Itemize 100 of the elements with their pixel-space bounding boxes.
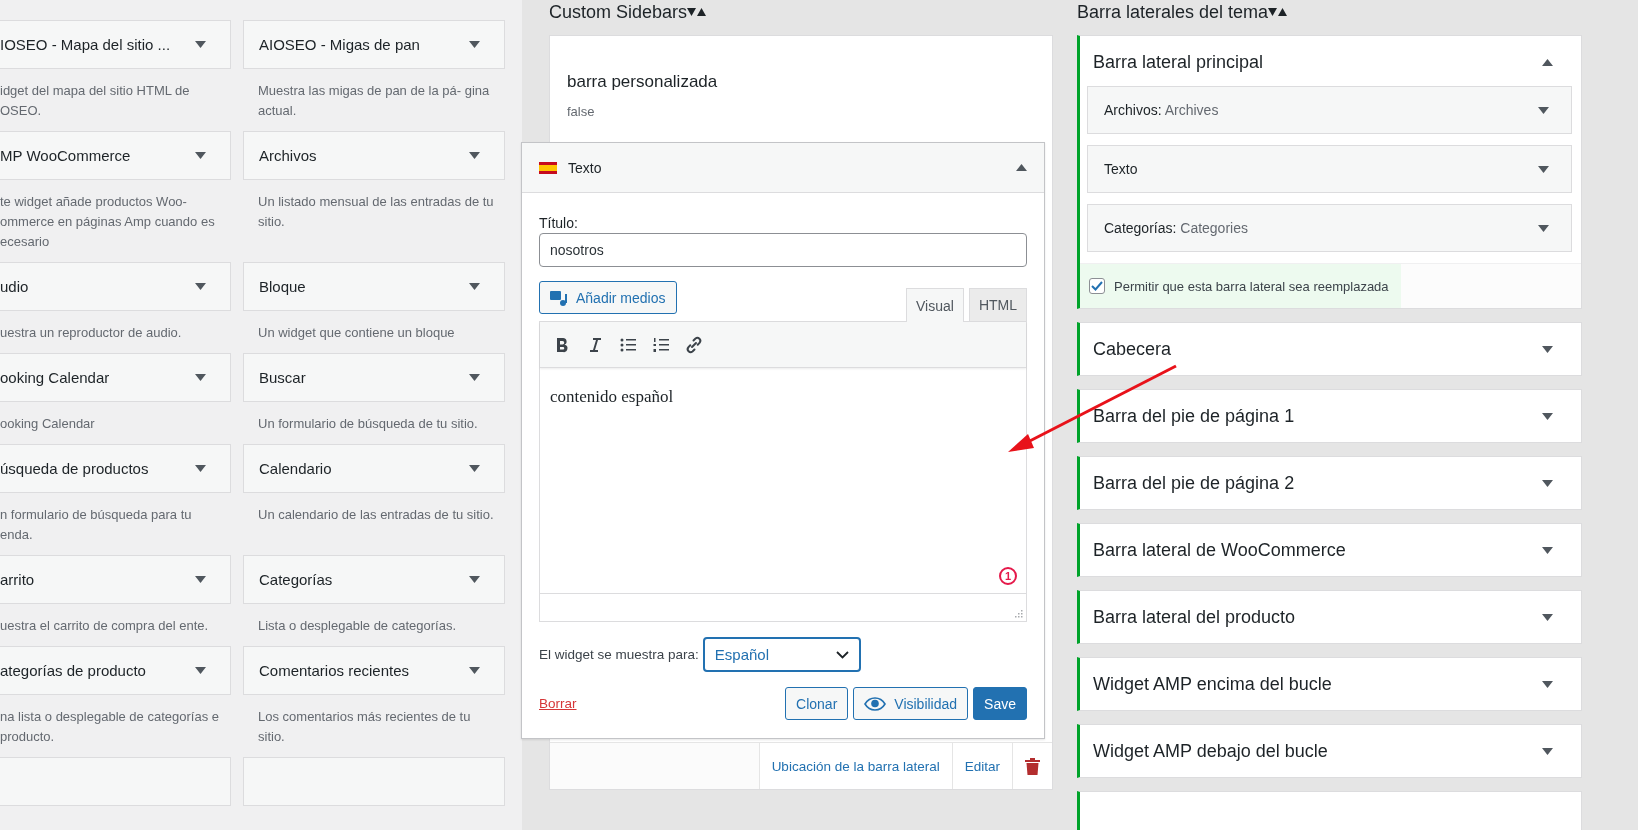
caret-up-icon[interactable] bbox=[1016, 164, 1027, 171]
add-media-button[interactable]: Añadir medios bbox=[539, 281, 677, 314]
widget-tile[interactable]: Categorías bbox=[243, 555, 505, 604]
sort-arrows-icon[interactable] bbox=[1268, 7, 1289, 17]
caret-down-icon[interactable] bbox=[1542, 345, 1553, 353]
widget-tile[interactable]: AIOSEO - Migas de pan bbox=[243, 20, 505, 69]
caret-down-icon[interactable] bbox=[195, 465, 206, 472]
caret-down-icon[interactable] bbox=[1542, 613, 1553, 621]
editor-text[interactable]: contenido español bbox=[550, 387, 1016, 407]
sidebar-title: Barra del pie de página 1 bbox=[1093, 405, 1295, 427]
caret-down-icon[interactable] bbox=[469, 667, 480, 674]
widget-title: Comentarios recientes bbox=[259, 662, 410, 679]
editor-tab[interactable]: HTML bbox=[968, 288, 1027, 321]
caret-down-icon[interactable] bbox=[195, 152, 206, 159]
sidebar-title: Barra del pie de página 2 bbox=[1093, 472, 1295, 494]
caret-down-icon[interactable] bbox=[469, 576, 480, 583]
widget-description: ooking Calendar bbox=[0, 415, 96, 433]
widget-description: Lista o desplegable de categorías. bbox=[257, 617, 458, 635]
widget-title: MP WooCommerce bbox=[0, 147, 131, 164]
caret-down-icon[interactable] bbox=[469, 41, 480, 48]
sidebar-title: barra personalizada bbox=[566, 71, 719, 92]
widget-description: uestra el carrito de compra del ente. bbox=[0, 617, 210, 635]
widget-tile[interactable]: Archivos bbox=[243, 131, 505, 180]
sidebar-description: false bbox=[566, 103, 596, 121]
footer-link[interactable]: Ubicación de la barra lateral bbox=[759, 743, 953, 789]
caret-up-icon[interactable] bbox=[1542, 58, 1553, 66]
widget-tile[interactable]: MP WooCommerce bbox=[0, 131, 231, 180]
sidebar-title: Barra lateral de WooCommerce bbox=[1093, 539, 1346, 561]
sidebar-title: Widget AMP debajo del bucle bbox=[1093, 740, 1328, 762]
caret-down-icon[interactable] bbox=[469, 465, 480, 472]
widget-tile[interactable]: udio bbox=[0, 262, 231, 311]
widget-title: Archivos bbox=[259, 147, 317, 164]
caret-down-icon[interactable] bbox=[1538, 224, 1549, 232]
caret-down-icon[interactable] bbox=[469, 283, 480, 290]
widget-title: AIOSEO - Migas de pan bbox=[259, 36, 420, 53]
caret-down-icon[interactable] bbox=[469, 152, 480, 159]
widget-description: Un formulario de búsqueda de tu sitio. bbox=[257, 415, 479, 433]
widget-title: Buscar bbox=[259, 369, 306, 386]
widget-tile[interactable]: Buscar bbox=[243, 353, 505, 402]
checkbox[interactable] bbox=[1089, 278, 1105, 294]
clone-button[interactable]: Clonar bbox=[785, 687, 849, 720]
widget-description: na lista o desplegable de categorías e producto. bbox=[0, 708, 220, 746]
sort-arrows-icon[interactable] bbox=[687, 7, 708, 17]
widget-label: Texto bbox=[1104, 161, 1138, 177]
widget-title: Calendario bbox=[259, 460, 332, 477]
caret-down-icon[interactable] bbox=[195, 283, 206, 290]
widget-description: te widget añade productos Woo- ommerce en páginas Amp cuando es ecesario bbox=[0, 193, 216, 251]
flag-icon bbox=[539, 161, 557, 174]
caret-down-icon[interactable] bbox=[195, 667, 206, 674]
widget-tile[interactable]: Categorías: Categories bbox=[1087, 204, 1572, 252]
widget-description: Muestra las migas de pan de la pá- gina actual. bbox=[257, 82, 491, 120]
widget-title: IOSEO - Mapa del sitio ... bbox=[0, 36, 171, 53]
widget-tile[interactable]: úsqueda de productos bbox=[0, 444, 231, 493]
widget-tile[interactable] bbox=[0, 757, 231, 806]
caret-down-icon[interactable] bbox=[1538, 165, 1549, 173]
widget-tile[interactable]: ategorías de producto bbox=[0, 646, 231, 695]
language-select[interactable]: Español bbox=[702, 637, 861, 672]
widget-tile[interactable]: IOSEO - Mapa del sitio ... bbox=[0, 20, 231, 69]
caret-down-icon[interactable] bbox=[195, 41, 206, 48]
widget-tile[interactable]: Archivos: Archives bbox=[1087, 86, 1572, 134]
widget-title: ategorías de producto bbox=[0, 662, 146, 679]
caret-down-icon[interactable] bbox=[1542, 546, 1553, 554]
widget-description: idget del mapa del sitio HTML de OSEO. bbox=[0, 82, 191, 120]
caret-down-icon[interactable] bbox=[1542, 479, 1553, 487]
caret-down-icon[interactable] bbox=[1542, 680, 1553, 688]
notification-badge[interactable]: 1 bbox=[999, 567, 1017, 585]
sidebar-title: Widget AMP encima del bucle bbox=[1093, 673, 1332, 695]
widget-label: Categorías: Categories bbox=[1104, 220, 1248, 236]
caret-down-icon[interactable] bbox=[469, 374, 480, 381]
delete-link[interactable]: Borrar bbox=[539, 696, 577, 711]
widget-tile[interactable]: ooking Calendar bbox=[0, 353, 231, 402]
title-field[interactable]: nosotros bbox=[539, 233, 1027, 267]
caret-down-icon[interactable] bbox=[195, 576, 206, 583]
sidebar-title: Cabecera bbox=[1093, 338, 1172, 360]
widget-tile[interactable]: Bloque bbox=[243, 262, 505, 311]
widget-tile[interactable]: Calendario bbox=[243, 444, 505, 493]
widget-tile[interactable]: Texto bbox=[1087, 145, 1572, 193]
widget-tile[interactable]: arrito bbox=[0, 555, 231, 604]
widget-tile[interactable] bbox=[243, 757, 505, 806]
widget-description: Los comentarios más recientes de tu sitio. bbox=[257, 708, 472, 746]
field-label: Título: bbox=[539, 214, 579, 233]
eye-icon bbox=[864, 696, 887, 711]
caret-down-icon[interactable] bbox=[195, 374, 206, 381]
save-button[interactable]: Save bbox=[973, 687, 1027, 720]
widget-header[interactable]: Texto bbox=[522, 143, 1044, 193]
trash-icon[interactable] bbox=[1025, 757, 1040, 775]
widget-title: úsqueda de productos bbox=[0, 460, 149, 477]
widget-title: Texto bbox=[568, 159, 603, 176]
widget-description: Un listado mensual de las entradas de tu sitio. bbox=[257, 193, 495, 231]
widget-tile[interactable]: Comentarios recientes bbox=[243, 646, 505, 695]
caret-down-icon[interactable] bbox=[1538, 106, 1549, 114]
caret-down-icon[interactable] bbox=[1542, 412, 1553, 420]
text-editor[interactable]: contenido español 1 bbox=[539, 321, 1027, 622]
link-icon[interactable] bbox=[684, 334, 704, 355]
footer-link[interactable]: Editar bbox=[952, 743, 1013, 789]
visibility-button[interactable]: Visibilidad bbox=[853, 687, 969, 720]
chevron-down-icon bbox=[835, 650, 849, 659]
editor-tab[interactable]: Visual bbox=[906, 288, 964, 322]
resize-handle-icon[interactable] bbox=[1014, 609, 1023, 618]
caret-down-icon[interactable] bbox=[1542, 747, 1553, 755]
